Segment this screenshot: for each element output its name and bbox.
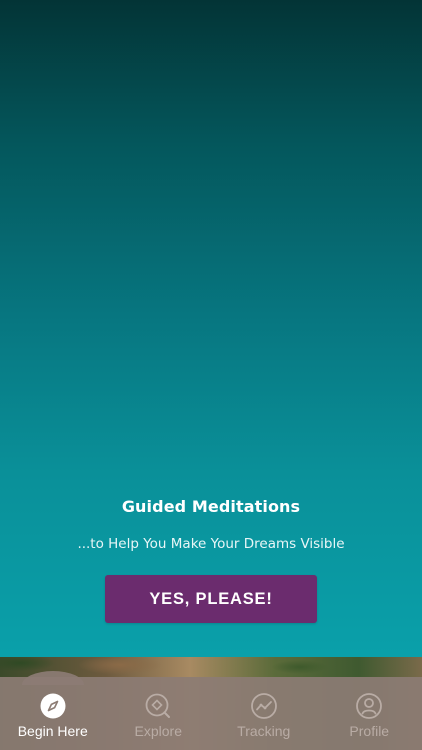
tab-label: Tracking [237, 723, 291, 739]
tab-label: Begin Here [17, 723, 88, 739]
hero-background [0, 0, 422, 657]
tab-label: Explore [134, 723, 182, 739]
yes-please-button[interactable]: YES, PLEASE! [105, 575, 317, 623]
compass-icon [40, 693, 66, 719]
tab-tracking[interactable]: Tracking [211, 677, 317, 750]
tracking-chart-icon [250, 693, 277, 719]
tab-explore[interactable]: Explore [106, 677, 212, 750]
profile-person-icon [356, 693, 383, 719]
bottom-tab-bar: Begin Here Explore Tracking Profile [0, 677, 422, 750]
tab-begin-here[interactable]: Begin Here [0, 677, 106, 750]
explore-search-icon [145, 693, 171, 719]
page-subtitle: ...to Help You Make Your Dreams Visible [77, 536, 345, 552]
tab-profile[interactable]: Profile [317, 677, 422, 750]
page-title: Guided Meditations [121, 497, 301, 516]
tab-label: Profile [349, 723, 390, 739]
